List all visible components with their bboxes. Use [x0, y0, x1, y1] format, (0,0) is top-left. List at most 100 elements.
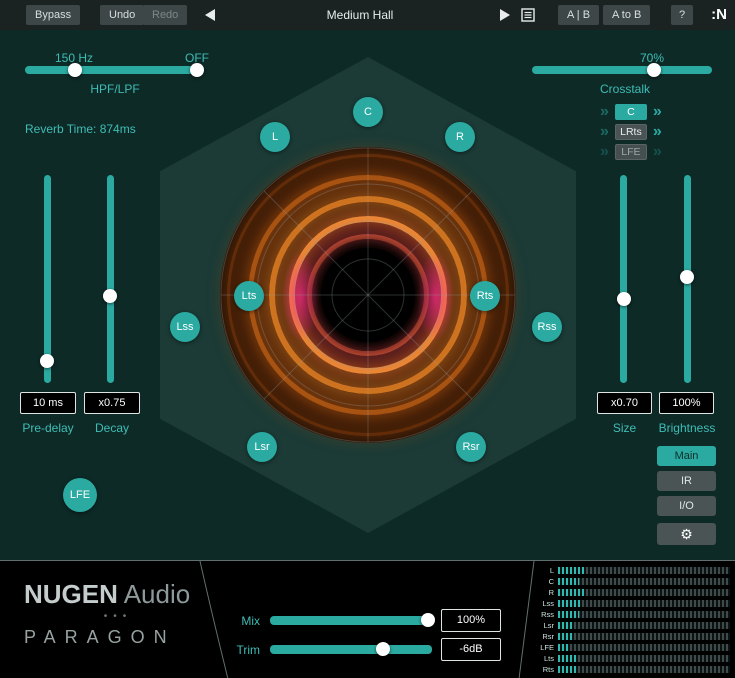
- meter-fill: [558, 567, 586, 574]
- meter-fill: [558, 611, 579, 618]
- crosstalk-slider-track[interactable]: [532, 66, 712, 74]
- meter-fill: [558, 589, 584, 596]
- meter-bar: [558, 600, 730, 607]
- meter-fill: [558, 633, 573, 640]
- meter-row: Lss: [522, 598, 730, 608]
- route-button-lfe[interactable]: LFE: [615, 144, 647, 160]
- routing-row-lrts: » LRts »: [600, 123, 704, 140]
- settings-gear-button[interactable]: ⚙: [657, 523, 716, 545]
- channel-node-rss[interactable]: Rss: [532, 312, 562, 342]
- route-in-chevron-icon[interactable]: »: [600, 144, 609, 160]
- route-out-chevron-icon[interactable]: »: [653, 124, 662, 140]
- reverb-time-readout: Reverb Time: 874ms: [25, 122, 136, 136]
- size-fader-handle[interactable]: [617, 292, 631, 306]
- crosstalk-slider-handle[interactable]: [647, 63, 661, 77]
- meter-fill: [558, 666, 577, 673]
- tab-ir[interactable]: IR: [657, 471, 716, 491]
- route-in-chevron-icon[interactable]: »: [600, 124, 609, 140]
- meter-fill: [558, 622, 573, 629]
- pre-delay-label: Pre-delay: [14, 421, 82, 435]
- routing-row-c: » C »: [600, 103, 704, 120]
- routing-row-lfe: » LFE »: [600, 143, 704, 160]
- crosstalk-label: Crosstalk: [575, 82, 675, 96]
- redo-button[interactable]: Redo: [143, 5, 187, 25]
- channel-node-rsr[interactable]: Rsr: [456, 432, 486, 462]
- meter-row: Rts: [522, 665, 730, 675]
- channel-node-l[interactable]: L: [260, 122, 290, 152]
- brand-wordmark: NUGEN Audio: [24, 579, 190, 610]
- a-to-b-button[interactable]: A to B: [603, 5, 650, 25]
- channel-node-c[interactable]: C: [353, 97, 383, 127]
- trim-label: Trim: [222, 643, 260, 657]
- trim-slider-handle[interactable]: [376, 642, 390, 656]
- undo-button[interactable]: Undo: [100, 5, 144, 25]
- channel-node-rts[interactable]: Rts: [470, 281, 500, 311]
- bypass-button[interactable]: Bypass: [26, 5, 80, 25]
- meter-channel-label: LFE: [522, 643, 554, 652]
- decay-label: Decay: [84, 421, 140, 435]
- meter-bar: [558, 622, 730, 629]
- channel-node-lsr[interactable]: Lsr: [247, 432, 277, 462]
- pre-delay-fader-track[interactable]: [44, 175, 51, 383]
- channel-node-lfe[interactable]: LFE: [63, 478, 97, 512]
- trim-slider-track[interactable]: [270, 645, 432, 654]
- meter-bar: [558, 589, 730, 596]
- brand-name: NUGEN: [24, 579, 118, 609]
- route-button-lrts[interactable]: LRts: [615, 124, 647, 140]
- footer-bar: NUGEN Audio ••• PARAGON Mix 100% Trim -6…: [0, 560, 735, 678]
- meter-row: R: [522, 587, 730, 597]
- tab-io[interactable]: I/O: [657, 496, 716, 516]
- size-fader-track[interactable]: [620, 175, 627, 383]
- tab-main[interactable]: Main: [657, 446, 716, 466]
- title-bar: Bypass Undo Redo Medium Hall A | B A to …: [0, 0, 735, 30]
- trim-value[interactable]: -6dB: [441, 638, 501, 661]
- route-in-chevron-icon[interactable]: »: [600, 104, 609, 120]
- meter-bar: [558, 633, 730, 640]
- route-out-chevron-icon[interactable]: »: [653, 144, 662, 160]
- mix-slider-track[interactable]: [270, 616, 432, 625]
- meter-bar: [558, 655, 730, 662]
- meter-bar: [558, 578, 730, 585]
- ab-compare-button[interactable]: A | B: [558, 5, 599, 25]
- meter-channel-label: Lts: [522, 654, 554, 663]
- preset-list-icon[interactable]: [521, 8, 535, 22]
- brand-dots: •••: [88, 611, 148, 622]
- size-value[interactable]: x0.70: [597, 392, 652, 414]
- pre-delay-fader-handle[interactable]: [40, 354, 54, 368]
- preset-name[interactable]: Medium Hall: [290, 8, 430, 22]
- pre-delay-value[interactable]: 10 ms: [20, 392, 76, 414]
- nugen-logo: :N: [711, 6, 727, 23]
- meter-row: C: [522, 576, 730, 586]
- meter-channel-label: R: [522, 588, 554, 597]
- meter-row: Lts: [522, 654, 730, 664]
- brightness-value[interactable]: 100%: [659, 392, 714, 414]
- meter-channel-label: Rss: [522, 610, 554, 619]
- hpf-slider-handle[interactable]: [68, 63, 82, 77]
- mix-value[interactable]: 100%: [441, 609, 501, 632]
- hpf-lpf-slider-track[interactable]: [25, 66, 203, 74]
- decay-fader-handle[interactable]: [103, 289, 117, 303]
- product-name: PARAGON: [24, 627, 176, 648]
- meter-row: Rss: [522, 609, 730, 619]
- channel-node-lts[interactable]: Lts: [234, 281, 264, 311]
- lpf-slider-handle[interactable]: [190, 63, 204, 77]
- meter-row: Rsr: [522, 632, 730, 642]
- help-button[interactable]: ?: [671, 5, 693, 25]
- brightness-fader-handle[interactable]: [680, 270, 694, 284]
- gear-icon: ⚙: [680, 526, 693, 542]
- decay-value[interactable]: x0.75: [84, 392, 140, 414]
- route-button-c[interactable]: C: [615, 104, 647, 120]
- meter-bar: [558, 567, 730, 574]
- channel-node-lss[interactable]: Lss: [170, 312, 200, 342]
- decay-fader-track[interactable]: [107, 175, 114, 383]
- next-preset-icon[interactable]: [500, 9, 510, 21]
- mix-label: Mix: [222, 614, 260, 628]
- prev-preset-icon[interactable]: [205, 9, 215, 21]
- meter-bar: [558, 611, 730, 618]
- channel-node-r[interactable]: R: [445, 122, 475, 152]
- meter-channel-label: Rts: [522, 665, 554, 674]
- mix-slider-handle[interactable]: [421, 613, 435, 627]
- route-out-chevron-icon[interactable]: »: [653, 104, 662, 120]
- brightness-label: Brightness: [647, 421, 727, 435]
- meter-bar: [558, 644, 730, 651]
